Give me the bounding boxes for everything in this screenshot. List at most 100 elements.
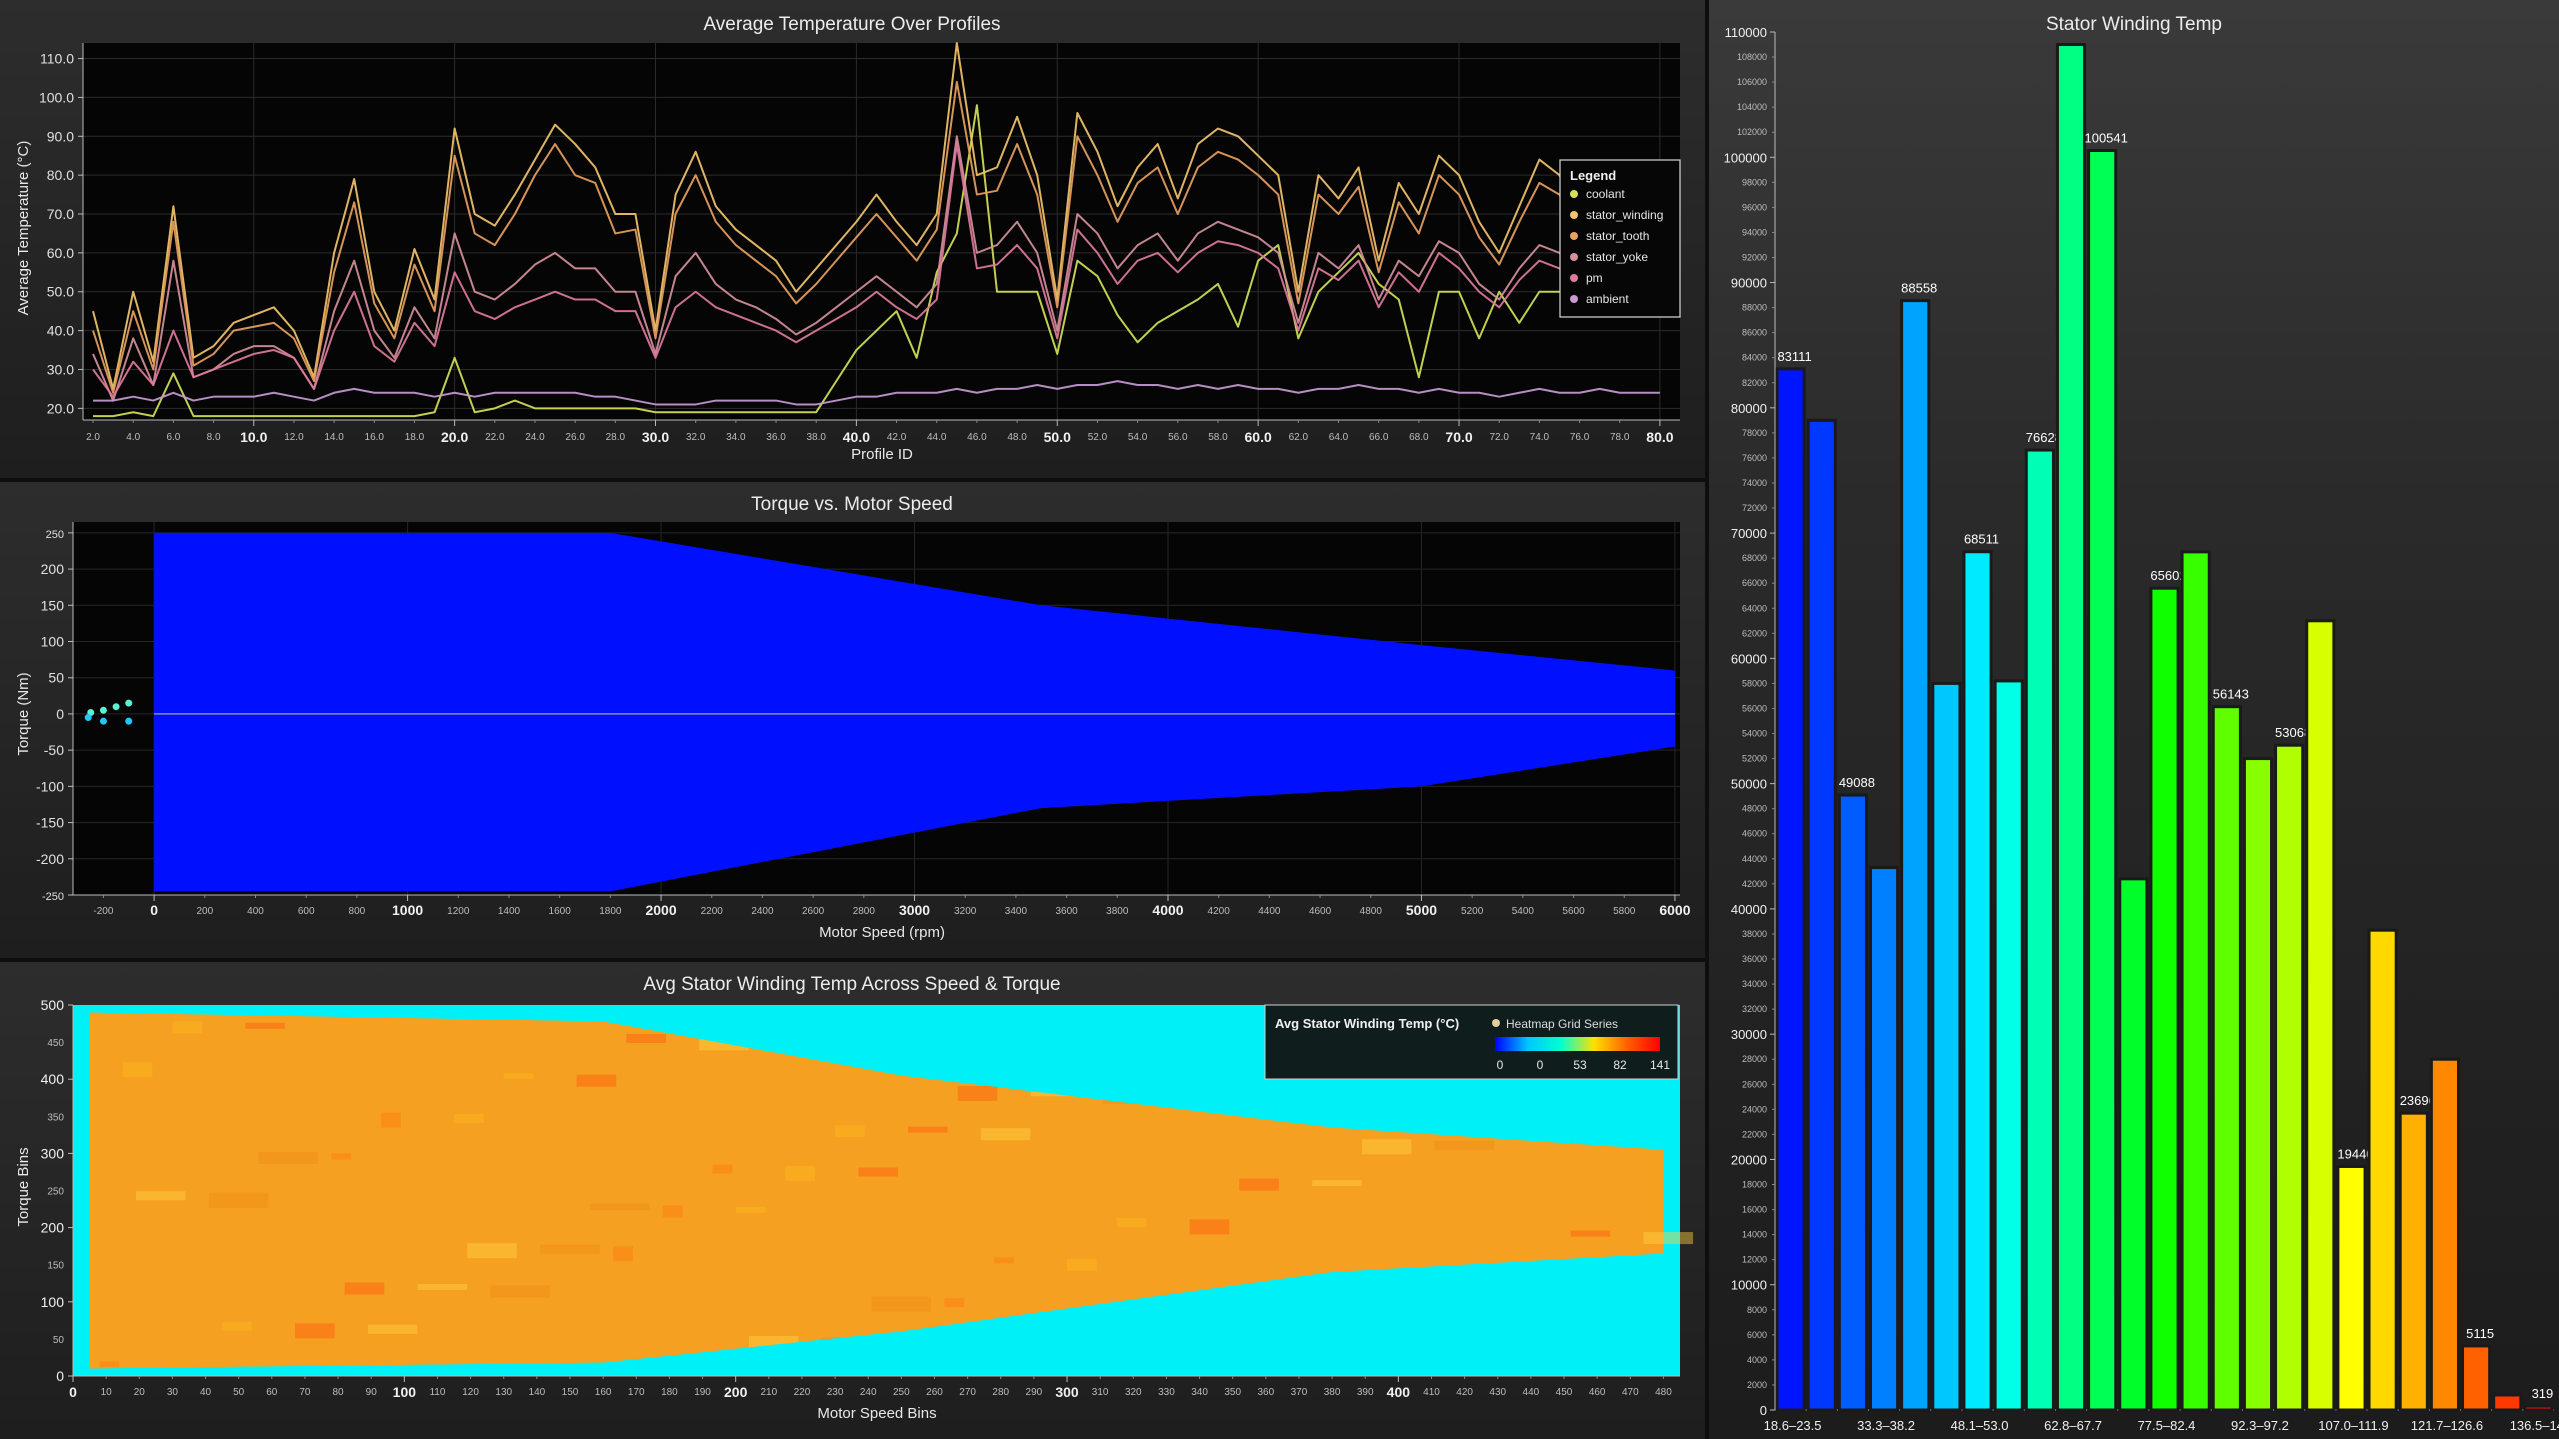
histogram-bar bbox=[2211, 705, 2242, 1412]
scatter-point bbox=[84, 714, 92, 722]
x-minor-tick-label: 46.0 bbox=[967, 432, 987, 443]
histogram-bar bbox=[1868, 866, 1900, 1412]
bar-data-label: 83111 bbox=[1777, 349, 1811, 364]
x-minor-tick-label: 460 bbox=[1589, 1387, 1606, 1398]
torque-speed-chart: Torque vs. Motor Speed Motor Speed (rpm)… bbox=[15, 494, 1691, 941]
x-minor-tick-label: 280 bbox=[992, 1387, 1009, 1398]
histogram-bar bbox=[1931, 681, 1962, 1412]
y-tick-label: 20.0 bbox=[47, 400, 74, 416]
y-minor-tick-label: 96000 bbox=[1742, 202, 1767, 212]
x-tick-label: 121.7–126.6 bbox=[2411, 1418, 2483, 1433]
y-tick-label: 110.0 bbox=[40, 51, 74, 67]
x-minor-tick-label: 1200 bbox=[447, 906, 470, 917]
y-minor-tick-label: 42000 bbox=[1742, 879, 1767, 889]
x-minor-tick-label: 62.0 bbox=[1289, 432, 1309, 443]
y-minor-tick-label: 82000 bbox=[1742, 378, 1767, 388]
legend[interactable]: Legend coolant stator_winding stator_tooth… bbox=[1559, 159, 1681, 318]
y-minor-tick-label: 34000 bbox=[1742, 979, 1767, 989]
histogram-bar bbox=[2461, 1344, 2492, 1412]
heatmap-cell-cluster bbox=[858, 1167, 898, 1177]
y-minor-tick-label: 36000 bbox=[1742, 954, 1767, 964]
x-minor-tick-label: 68.0 bbox=[1409, 432, 1429, 443]
x-tick-label: 300 bbox=[1055, 1384, 1079, 1400]
heatmap-chart-panel: Avg Stator Winding Temp Across Speed & T… bbox=[0, 962, 1705, 1439]
x-minor-tick-label: 290 bbox=[1026, 1387, 1043, 1398]
x-minor-tick-label: 4600 bbox=[1309, 906, 1332, 917]
x-tick-label: 40.0 bbox=[843, 429, 870, 445]
x-minor-tick-label: 6.0 bbox=[166, 432, 180, 443]
x-minor-tick-label: 54.0 bbox=[1128, 432, 1148, 443]
legend-tick: 0 bbox=[1537, 1058, 1544, 1072]
heatmap-cell-cluster bbox=[294, 1323, 335, 1339]
scatter-point bbox=[125, 717, 133, 725]
legend-marker-icon bbox=[1570, 190, 1578, 198]
legend-entry: pm bbox=[1586, 271, 1603, 285]
heatmap-cell-cluster bbox=[245, 1022, 285, 1029]
heatmap-cell-cluster bbox=[490, 1285, 550, 1298]
heatmap-cell-cluster bbox=[135, 1191, 186, 1201]
heatmap-cell-cluster bbox=[980, 1128, 1031, 1141]
histogram-bar bbox=[2305, 619, 2336, 1412]
x-minor-tick-label: 70 bbox=[299, 1387, 311, 1398]
x-minor-tick-label: 56.0 bbox=[1168, 432, 1188, 443]
y-minor-tick-label: 102000 bbox=[1737, 127, 1767, 137]
y-minor-tick-label: 92000 bbox=[1742, 252, 1767, 262]
y-minor-tick-label: 44000 bbox=[1742, 854, 1767, 864]
x-axis-label: Profile ID bbox=[851, 446, 913, 463]
x-minor-tick-label: 48.0 bbox=[1007, 432, 1027, 443]
y-tick-label: 200 bbox=[41, 1220, 65, 1236]
y-tick-label: 40000 bbox=[1731, 902, 1767, 917]
heatmap-cell-cluster bbox=[467, 1243, 517, 1259]
x-minor-tick-label: 30 bbox=[167, 1387, 179, 1398]
heatmap-cell-cluster bbox=[454, 1114, 484, 1124]
y-tick-label: 60000 bbox=[1731, 651, 1767, 666]
x-tick-label: 107.0–111.9 bbox=[2318, 1418, 2388, 1433]
y-minor-tick-label: 6000 bbox=[1747, 1330, 1767, 1340]
x-tick-label: 5000 bbox=[1406, 902, 1437, 918]
legend-marker-icon bbox=[1570, 211, 1578, 219]
x-minor-tick-label: 26.0 bbox=[565, 432, 585, 443]
y-tick-label: -250 bbox=[42, 891, 64, 903]
x-minor-tick-label: 1800 bbox=[599, 906, 622, 917]
x-minor-tick-label: 22.0 bbox=[485, 432, 505, 443]
x-minor-tick-label: 90 bbox=[366, 1387, 378, 1398]
y-tick-label: -100 bbox=[36, 778, 64, 794]
y-minor-tick-label: 72000 bbox=[1742, 503, 1767, 513]
y-tick-label: 300 bbox=[41, 1145, 65, 1161]
x-tick-label: 100 bbox=[393, 1384, 417, 1400]
histogram-bar bbox=[2274, 743, 2305, 1412]
plot-area: -250 -200 -150 -100 -50 0 50 100 150 200 250 0 1000 2… bbox=[36, 522, 1691, 918]
y-tick-label: 90000 bbox=[1731, 276, 1767, 291]
heatmap-legend[interactable]: Avg Stator Winding Temp (°C) Heatmap Gri… bbox=[1264, 1004, 1679, 1080]
y-tick-label: 50 bbox=[48, 670, 64, 686]
y-minor-tick-label: 52000 bbox=[1742, 754, 1767, 764]
y-minor-tick-label: 64000 bbox=[1742, 603, 1767, 613]
x-minor-tick-label: 430 bbox=[1489, 1387, 1506, 1398]
heatmap-cell-cluster bbox=[1067, 1258, 1097, 1271]
x-tick-label: 200 bbox=[724, 1384, 748, 1400]
histogram-bar bbox=[2149, 586, 2180, 1412]
x-minor-tick-label: 72.0 bbox=[1489, 432, 1509, 443]
histogram-bar bbox=[2242, 757, 2274, 1412]
x-minor-tick-label: 5200 bbox=[1461, 906, 1484, 917]
temperature-chart: Average Temperature Over Profiles Profil… bbox=[15, 14, 1681, 463]
x-minor-tick-label: 50 bbox=[233, 1387, 245, 1398]
y-minor-tick-label: 38000 bbox=[1742, 929, 1767, 939]
chart-title: Avg Stator Winding Temp Across Speed & T… bbox=[643, 974, 1060, 995]
x-minor-tick-label: 390 bbox=[1357, 1387, 1374, 1398]
x-minor-tick-label: 600 bbox=[298, 906, 315, 917]
x-minor-tick-label: 14.0 bbox=[324, 432, 344, 443]
histogram-bar bbox=[2336, 1164, 2367, 1412]
legend-entry: stator_winding bbox=[1586, 208, 1663, 222]
y-tick-label: -200 bbox=[36, 851, 64, 867]
y-minor-tick-label: 28000 bbox=[1742, 1054, 1767, 1064]
chart-title: Torque vs. Motor Speed bbox=[751, 494, 953, 515]
y-minor-tick-label: 14000 bbox=[1742, 1230, 1767, 1240]
x-tick-label: 10.0 bbox=[240, 429, 267, 445]
x-minor-tick-label: 3200 bbox=[954, 906, 977, 917]
x-minor-tick-label: 4400 bbox=[1258, 906, 1281, 917]
x-minor-tick-label: 5600 bbox=[1562, 906, 1585, 917]
y-minor-tick-label: 78000 bbox=[1742, 428, 1767, 438]
heatmap-cell-cluster bbox=[907, 1126, 948, 1133]
legend-entry: stator_yoke bbox=[1586, 250, 1648, 264]
